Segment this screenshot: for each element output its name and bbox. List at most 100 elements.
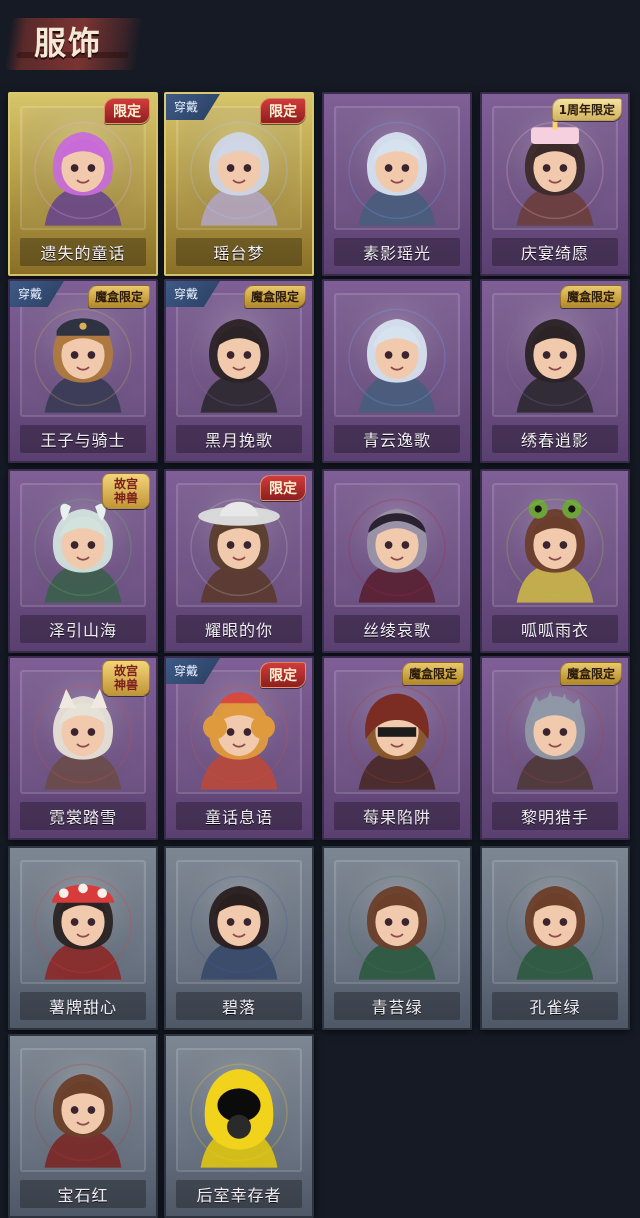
- limited-tag: 魔盒限定: [87, 285, 150, 308]
- portrait-frame: [176, 106, 302, 230]
- portrait-frame: [334, 293, 460, 417]
- costume-name: 霓裳踏雪: [48, 808, 117, 827]
- limited-tag: 魔盒限定: [401, 662, 464, 685]
- portrait-frame: [176, 860, 302, 984]
- portrait-eye-right: [243, 918, 252, 926]
- limited-tag: 魔盒限定: [243, 285, 306, 308]
- portrait-eye-right: [243, 164, 252, 172]
- portrait-image: [336, 485, 458, 605]
- portrait-svg: [179, 862, 299, 982]
- portrait-frame: [492, 670, 618, 794]
- costume-card[interactable]: 孔雀绿: [480, 846, 630, 1030]
- portrait-eye-left: [384, 351, 393, 359]
- limited-tag: 限定: [260, 475, 306, 501]
- portrait-image: [178, 295, 300, 415]
- costume-name: 碧落: [221, 998, 256, 1017]
- costume-card[interactable]: 宝石红: [8, 1034, 158, 1218]
- portrait-svg: [337, 295, 457, 415]
- portrait-image: [494, 295, 616, 415]
- costume-name: 瑶台梦: [213, 244, 265, 263]
- portrait-svg: [179, 108, 299, 228]
- portrait-frame: [176, 670, 302, 794]
- portrait-eye-right: [559, 164, 568, 172]
- costume-card[interactable]: 王子与骑士 穿戴 魔盒限定: [8, 279, 158, 463]
- portrait-svg: [179, 295, 299, 415]
- portrait-svg: [179, 485, 299, 605]
- portrait-image: [22, 295, 144, 415]
- portrait-frame: [20, 1048, 146, 1172]
- portrait-svg: [23, 1050, 143, 1170]
- costume-card[interactable]: 庆宴绮愿 1周年限定: [480, 92, 630, 276]
- mushroom-dot-3: [97, 888, 107, 898]
- portrait-eye-left: [70, 918, 79, 926]
- portrait-eye-left: [226, 351, 235, 359]
- costume-card[interactable]: 黎明猎手 魔盒限定: [480, 656, 630, 840]
- costume-card[interactable]: 丝绫哀歌: [322, 469, 472, 653]
- costume-card[interactable]: 遗失的童话 限定: [8, 92, 158, 276]
- portrait-svg: [23, 862, 143, 982]
- costume-name: 王子与骑士: [40, 431, 126, 450]
- costume-name: 丝绫哀歌: [362, 621, 431, 640]
- costume-card[interactable]: 童话息语 穿戴 限定: [164, 656, 314, 840]
- costume-card[interactable]: 霓裳踏雪 故宫 神兽: [8, 656, 158, 840]
- portrait-eye-left: [542, 918, 551, 926]
- portrait-svg: [495, 485, 615, 605]
- portrait-eye-right: [559, 541, 568, 549]
- costume-card[interactable]: 瑶台梦 穿戴 限定: [164, 92, 314, 276]
- portrait-frame: [176, 483, 302, 607]
- portrait-frame: [492, 106, 618, 230]
- portrait-image: [494, 108, 616, 228]
- portrait-frame: [20, 860, 146, 984]
- portrait-eye-left: [384, 541, 393, 549]
- costume-card[interactable]: 薯牌甜心: [8, 846, 158, 1030]
- costume-name: 呱呱雨衣: [520, 621, 589, 640]
- portrait-image: [22, 1050, 144, 1170]
- costume-name: 青苔绿: [371, 998, 423, 1017]
- costume-name: 遗失的童话: [40, 244, 126, 263]
- costume-name: 孔雀绿: [529, 998, 581, 1017]
- portrait-eye-left: [70, 164, 79, 172]
- portrait-image: [336, 295, 458, 415]
- portrait-eye-left: [70, 541, 79, 549]
- portrait-image: [494, 485, 616, 605]
- cap-badge: [79, 322, 87, 330]
- costume-card[interactable]: 碧落: [164, 846, 314, 1030]
- costume-card[interactable]: 莓果陷阱 魔盒限定: [322, 656, 472, 840]
- costume-grid: 遗失的童话 限定 瑶台梦 穿戴 限定 素影瑶光 庆宴绮愿 1周年限定 王子与骑士 穿戴 魔盒限定 黑月…: [0, 0, 640, 1218]
- costume-card[interactable]: 呱呱雨衣: [480, 469, 630, 653]
- mushroom-dot-1: [59, 888, 69, 898]
- hair-bun-left: [203, 715, 227, 740]
- portrait-image: [178, 485, 300, 605]
- portrait-eye-right: [87, 351, 96, 359]
- portrait-eye-right: [401, 164, 410, 172]
- portrait-image: [494, 862, 616, 982]
- portrait-eye-left: [542, 164, 551, 172]
- portrait-frame: [334, 670, 460, 794]
- cake-hat: [531, 127, 579, 144]
- costume-card[interactable]: 黑月挽歌 穿戴 魔盒限定: [164, 279, 314, 463]
- costume-name: 泽引山海: [48, 621, 117, 640]
- portrait-eye-left: [70, 351, 79, 359]
- costume-card[interactable]: 绣春逍影 魔盒限定: [480, 279, 630, 463]
- portrait-eye-left: [70, 728, 79, 736]
- portrait-frame: [20, 293, 146, 417]
- costume-card[interactable]: 青苔绿: [322, 846, 472, 1030]
- portrait-image: [336, 862, 458, 982]
- portrait-svg: [495, 672, 615, 792]
- portrait-image: [22, 862, 144, 982]
- portrait-frame: [20, 106, 146, 230]
- limited-tag: 魔盒限定: [559, 662, 622, 685]
- portrait-image: [178, 108, 300, 228]
- costume-card[interactable]: 青云逸歌: [322, 279, 472, 463]
- costume-card[interactable]: 后室幸存者: [164, 1034, 314, 1218]
- portrait-image: [22, 108, 144, 228]
- frog-pupil-left: [534, 505, 542, 513]
- costume-card[interactable]: 泽引山海 故宫 神兽: [8, 469, 158, 653]
- portrait-frame: [334, 860, 460, 984]
- costume-name: 薯牌甜心: [48, 998, 117, 1017]
- portrait-svg: [179, 672, 299, 792]
- portrait-image: [336, 108, 458, 228]
- portrait-svg: [495, 295, 615, 415]
- costume-card[interactable]: 耀眼的你 限定: [164, 469, 314, 653]
- costume-card[interactable]: 素影瑶光: [322, 92, 472, 276]
